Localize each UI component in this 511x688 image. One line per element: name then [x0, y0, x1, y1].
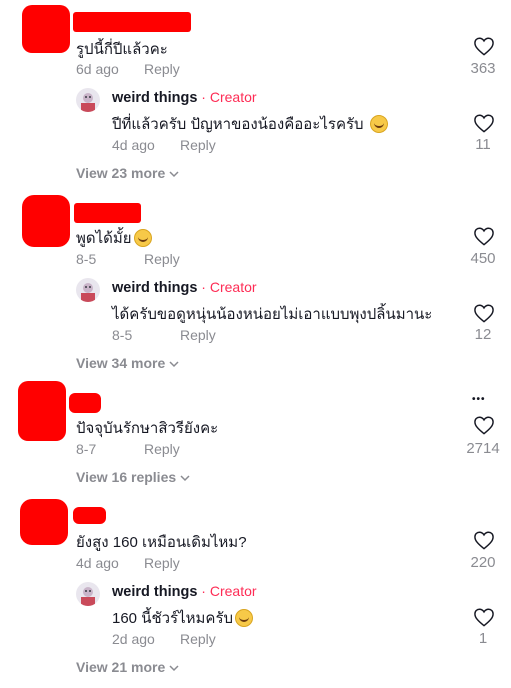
redacted-username: [73, 12, 191, 32]
reply-date: 4d ago: [112, 137, 155, 153]
heart-icon[interactable]: [473, 113, 495, 133]
reply-text-content: 160 นี้ชัวร์ไหมครับ: [112, 610, 234, 627]
view-more-label: View 34 more: [76, 355, 166, 371]
creator-badge: · Creator: [197, 89, 257, 105]
redacted-username: [69, 393, 101, 413]
reply-button[interactable]: Reply: [144, 441, 180, 457]
like-count: 450: [470, 250, 496, 267]
redacted-avatar: [18, 381, 66, 441]
view-more-replies[interactable]: View 34 more: [76, 355, 179, 371]
comment-text: ยังสูง 160 เหมือนเดิมไหม?: [76, 534, 247, 551]
view-more-label: View 16 replies: [76, 469, 177, 485]
like-count: 12: [474, 326, 492, 343]
chevron-down-icon: [169, 665, 179, 672]
reply-header: weird things · Creator: [112, 583, 257, 601]
reply-text-content: ปีที่แล้วครับ ปัญหาของน้องคืออะไรครับ: [112, 116, 364, 133]
redacted-username: [73, 507, 106, 524]
reply-button[interactable]: Reply: [180, 137, 216, 153]
creator-badge: · Creator: [197, 279, 257, 295]
chevron-down-icon: [169, 171, 179, 178]
reply-date: 2d ago: [112, 631, 155, 647]
heart-icon[interactable]: [473, 607, 495, 627]
creator-name[interactable]: weird things: [112, 280, 197, 296]
view-more-replies[interactable]: View 23 more: [76, 165, 179, 181]
comment-text: รูปนี้กี่ปีแล้วคะ: [76, 41, 168, 58]
reply-button[interactable]: Reply: [180, 327, 216, 343]
reply-text: ปีที่แล้วครับ ปัญหาของน้องคืออะไรครับ: [112, 112, 388, 136]
comment-date: 8-5: [76, 251, 97, 267]
creator-avatar[interactable]: [76, 278, 100, 302]
chevron-down-icon: [180, 475, 190, 482]
creator-name[interactable]: weird things: [112, 90, 197, 106]
reply-text: ได้ครับขอดูหนุ่นน้องหน่อยไม่เอาแบบพุงปลิ…: [112, 306, 433, 323]
view-more-label: View 21 more: [76, 659, 166, 675]
view-more-replies[interactable]: View 16 replies: [76, 469, 190, 485]
comment-date: 4d ago: [76, 555, 119, 571]
redacted-username: [74, 203, 141, 223]
creator-avatar[interactable]: [76, 582, 100, 606]
reply-header: weird things · Creator: [112, 89, 257, 107]
grinning-emoji-icon: [133, 229, 152, 248]
view-more-replies[interactable]: View 21 more: [76, 659, 179, 675]
redacted-avatar: [20, 499, 68, 545]
laughing-emoji-icon: [369, 115, 388, 134]
comment-text: ปัจจุบันรักษาสิวรียังคะ: [76, 420, 219, 437]
like-count: 363: [470, 60, 496, 77]
reply-button[interactable]: Reply: [144, 61, 180, 77]
reply-button[interactable]: Reply: [144, 251, 180, 267]
heart-icon[interactable]: [473, 226, 495, 246]
like-count: 2714: [466, 440, 500, 457]
comment-date: 8-7: [76, 441, 97, 457]
chevron-down-icon: [169, 361, 179, 368]
redacted-avatar: [22, 195, 70, 247]
creator-avatar[interactable]: [76, 88, 100, 112]
creator-badge: · Creator: [197, 583, 257, 599]
laughing-emoji-icon: [235, 609, 254, 628]
heart-icon[interactable]: [473, 303, 495, 323]
reply-header: weird things · Creator: [112, 279, 257, 297]
heart-icon[interactable]: [473, 530, 495, 550]
like-count: 220: [470, 554, 496, 571]
comment-text: พูดได้มั้ย: [76, 226, 152, 250]
comment-text-content: พูดได้มั้ย: [76, 230, 132, 247]
view-more-label: View 23 more: [76, 165, 166, 181]
reply-button[interactable]: Reply: [180, 631, 216, 647]
reply-date: 8-5: [112, 327, 133, 343]
creator-name[interactable]: weird things: [112, 584, 197, 600]
comment-date: 6d ago: [76, 61, 119, 77]
reply-text: 160 นี้ชัวร์ไหมครับ: [112, 606, 254, 630]
more-options-icon[interactable]: •••: [472, 394, 486, 405]
heart-icon[interactable]: [473, 415, 495, 435]
heart-icon[interactable]: [473, 36, 495, 56]
redacted-avatar: [22, 5, 70, 53]
like-count: 1: [478, 630, 488, 647]
like-count: 11: [475, 136, 491, 153]
reply-button[interactable]: Reply: [144, 555, 180, 571]
